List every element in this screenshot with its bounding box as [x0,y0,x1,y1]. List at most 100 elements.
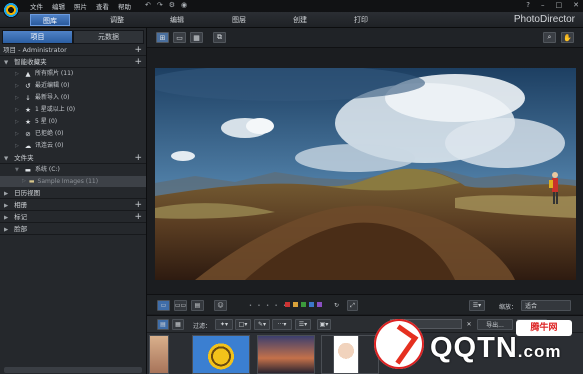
window-controls: ? – □ ✕ [526,1,579,9]
section-calendar[interactable]: ▶ 日历视图 [0,187,146,199]
section-label: 相册 [14,201,28,209]
tab-edit[interactable]: 编辑 [160,14,194,26]
watermark-brand: QQTN [430,332,518,364]
section-label: 标记 [14,213,28,221]
close-button[interactable]: ✕ [573,1,579,9]
collapse-arrow-icon: ▼ [4,156,9,162]
add-icon[interactable]: + [134,44,142,56]
add-folder-icon[interactable]: + [134,152,142,164]
thumbnail-view-icon[interactable]: ▦ [190,32,203,43]
color-label-blue[interactable] [309,302,314,307]
section-smart-collections[interactable]: ▼ 智能收藏夹 + [0,56,146,68]
filter-label: 过滤： [193,323,212,330]
tab-print[interactable]: 打印 [344,14,378,26]
menu-edit[interactable]: 编辑 [52,1,65,11]
collection-item[interactable]: ▷ ☁ 讯连云 (0) [0,140,146,152]
section-label: 文件夹 [14,154,34,162]
two-up-icon[interactable]: ▭▭ [174,300,187,311]
folder-item[interactable]: ▷ ▬ Sample Images (11) [0,176,146,187]
stack-icon[interactable]: ▣▾ [317,319,331,330]
expand-icon: ▷ [15,143,19,149]
sort-filter-icon[interactable]: ☰▾ [295,319,311,330]
rating-stars[interactable]: • • • • • [249,303,288,309]
thumbnail[interactable] [192,335,250,374]
import-button[interactable] [4,367,142,373]
tab-layers[interactable]: 图层 [222,14,256,26]
brand-name: PhotoDirector [513,14,575,25]
restore-button[interactable]: □ [556,1,563,9]
single-frame-icon[interactable]: ▭ [157,300,170,311]
undo-icon[interactable]: ↶ [145,1,151,9]
pan-hand-icon[interactable]: ✋ [561,32,574,43]
collection-label: 讯连云 (0) [35,142,64,149]
expand-icon: ▼ [15,167,19,173]
filmstrip-icon[interactable]: ▤ [191,300,204,311]
collection-item[interactable]: ▷ ▲ 所有照片 (11) [0,68,146,80]
zoom-select[interactable]: 适合 [521,300,571,311]
tab-metadata[interactable]: 元数据 [73,30,144,44]
tab-create[interactable]: 创建 [283,14,317,26]
menu-bar: 文件 编辑 照片 查看 帮助 [30,1,131,11]
section-albums[interactable]: ▶ 相册 + [0,199,146,211]
collection-item[interactable]: ▷ ⊘ 已拒绝 (0) [0,128,146,140]
color-label-yellow[interactable] [293,302,298,307]
view-options-bar: ▭ ▭▭ ▤ ☺ • • • • • ↻ ⤢ ☰▾ 缩放： 适合 [147,294,583,314]
tab-library[interactable]: 图库 [30,14,70,26]
collection-item[interactable]: ▷ ★ 1 星或以上 (0) [0,104,146,116]
settings-icon[interactable]: ⚙ [169,1,175,9]
thumbnail[interactable] [149,335,169,374]
watermark-suffix: .com [517,342,562,361]
color-labels [285,302,322,307]
section-tags[interactable]: ▶ 标记 + [0,211,146,223]
left-panel: 项目 元数据 项目 - Administrator + ▼ 智能收藏夹 + ▷ ▲… [0,28,147,374]
expand-icon: ▷ [15,83,19,89]
quick-tools: ↶ ↷ ⚙ ◉ [145,1,187,9]
add-collection-icon[interactable]: + [134,56,142,68]
color-label-red[interactable] [285,302,290,307]
left-panel-tabs: 项目 元数据 [2,30,144,44]
compare-view-icon[interactable]: ⧉ [213,32,226,43]
menu-file[interactable]: 文件 [30,1,43,11]
help-button[interactable]: ? [526,1,530,9]
menu-view[interactable]: 查看 [96,1,109,11]
menu-photo[interactable]: 照片 [74,1,87,11]
flag-filter-icon[interactable]: ✦▾ [215,319,233,330]
section-folders[interactable]: ▼ 文件夹 + [0,152,146,164]
thumbnail[interactable] [257,335,315,374]
expand-icon[interactable]: ⤢ [347,300,358,311]
collection-item[interactable]: ▷ ↺ 最近编辑 (0) [0,80,146,92]
label-filter-icon[interactable]: □▾ [235,319,251,330]
thumbnail[interactable] [333,335,359,374]
detail-view-icon[interactable]: ▦ [172,319,184,330]
collection-label: 所有照片 (11) [35,70,74,77]
color-label-purple[interactable] [317,302,322,307]
watermark-badge: 腾牛网 [516,320,572,336]
minimize-button[interactable]: – [541,1,545,9]
color-label-green[interactable] [301,302,306,307]
collection-label: 5 星 (0) [35,118,58,125]
add-tag-icon[interactable]: + [134,211,142,223]
single-view-icon[interactable]: ▭ [173,32,186,43]
list-view-icon[interactable]: ▤ [157,319,169,330]
section-label: 脸部 [14,225,28,233]
more-filter-icon[interactable]: ···▾ [272,319,292,330]
cloud-icon[interactable]: ◉ [181,1,187,9]
add-album-icon[interactable]: + [134,199,142,211]
collection-item[interactable]: ▷ ★ 5 星 (0) [0,116,146,128]
collection-item[interactable]: ▷ ↓ 最新导入 (0) [0,92,146,104]
rotate-icon[interactable]: ↻ [331,300,342,311]
drive-item[interactable]: ▼ ▬ 系统 (C:) [0,164,146,176]
zoom-icon[interactable]: ⌕ [543,32,556,43]
tab-project[interactable]: 项目 [2,30,73,44]
grid-view-icon[interactable]: ⊞ [156,32,169,43]
redo-icon[interactable]: ↷ [157,1,163,9]
face-tag-icon[interactable]: ☺ [214,300,227,311]
section-faces[interactable]: ▶ 脸部 [0,223,146,235]
cloud-icon: ☁ [24,142,32,150]
pen-filter-icon[interactable]: ✎▾ [254,319,270,330]
panorama-photo[interactable] [155,68,576,280]
watermark-logo [374,319,424,369]
menu-help[interactable]: 帮助 [118,1,131,11]
tab-adjust[interactable]: 调整 [100,14,134,26]
sort-menu-icon[interactable]: ☰▾ [469,300,485,311]
